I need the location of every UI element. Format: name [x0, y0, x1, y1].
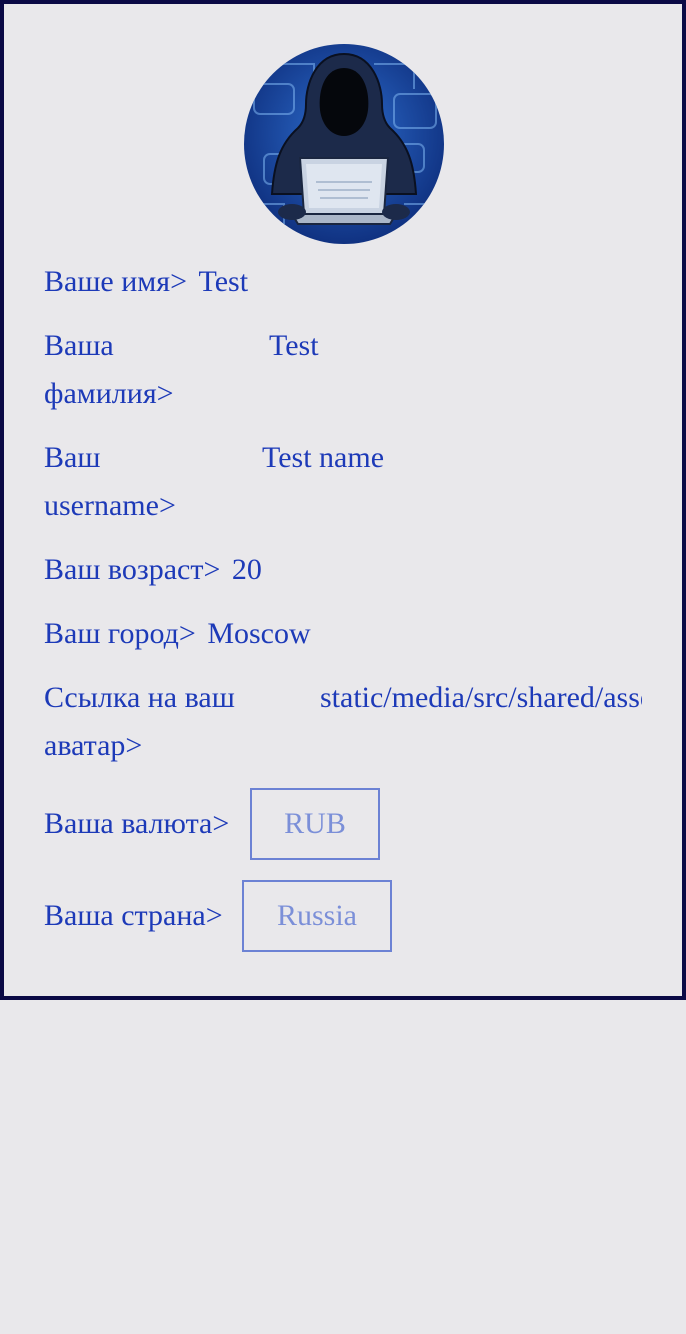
surname-value: Test	[269, 329, 319, 362]
country-label: Ваша страна>	[44, 899, 223, 932]
age-value: 20	[231, 553, 262, 586]
surname-label: Ваша фамилия>	[44, 329, 174, 410]
username-label: Ваш username>	[44, 441, 176, 522]
city-value: Moscow	[207, 617, 311, 650]
avatar-link-value: static/media/src/shared/assets/avatar.pn…	[320, 681, 642, 714]
age-label: Ваш возраст>	[44, 553, 221, 586]
currency-label: Ваша валюта>	[44, 807, 230, 840]
currency-select[interactable]: RUB	[250, 788, 380, 860]
age-row: Ваш возраст> 20	[44, 546, 262, 594]
avatar	[244, 44, 444, 244]
avatar-link-label: Ссылка на ваш аватар>	[44, 681, 235, 762]
name-row: Ваше имя> Test	[44, 258, 248, 306]
profile-card: Ваше имя> Test Ваша фамилия> Test Ваш us…	[0, 0, 686, 1000]
username-value: Test name	[262, 441, 385, 474]
name-label: Ваше имя>	[44, 265, 187, 298]
name-value: Test	[198, 265, 249, 298]
city-label: Ваш город>	[44, 617, 196, 650]
hacker-avatar-icon	[244, 44, 444, 244]
country-select[interactable]: Russia	[242, 880, 392, 952]
city-row: Ваш город> Moscow	[44, 610, 311, 658]
